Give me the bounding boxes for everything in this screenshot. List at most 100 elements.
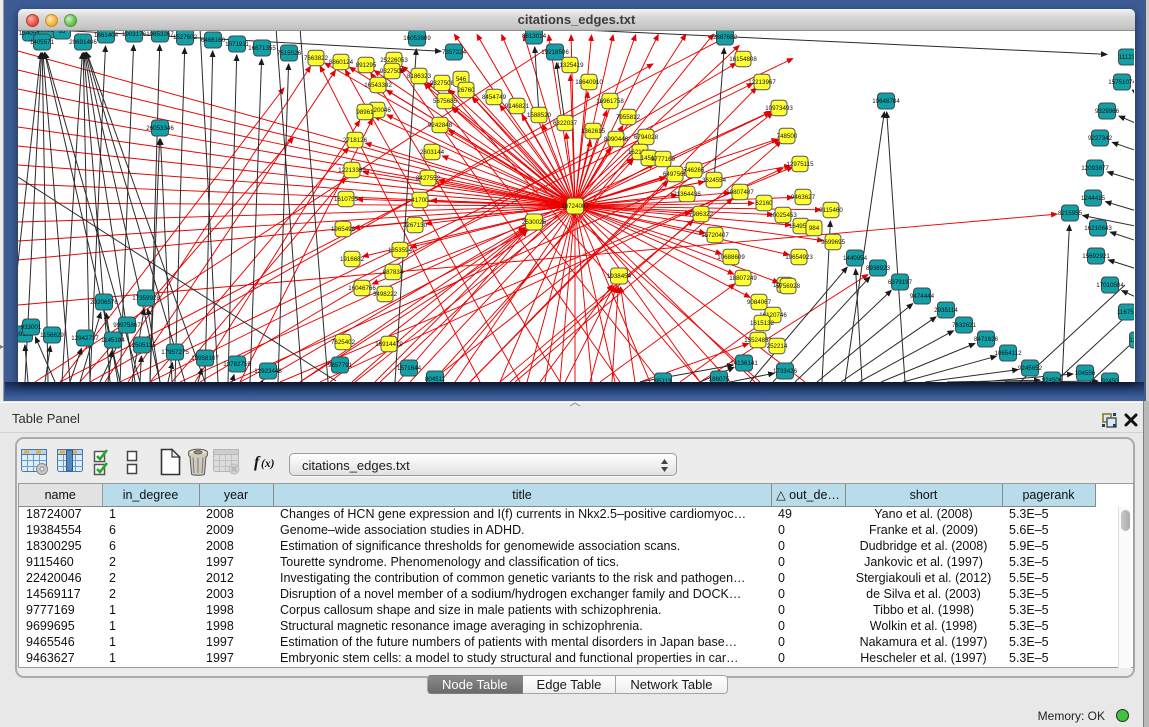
svg-text:26760: 26760 — [457, 87, 475, 94]
svg-text:2935114: 2935114 — [934, 307, 958, 314]
svg-text:1071911: 1071911 — [225, 41, 249, 48]
svg-text:7357224: 7357224 — [442, 49, 467, 56]
svg-text:9227342: 9227342 — [1088, 135, 1113, 142]
svg-text:9115460: 9115460 — [819, 207, 843, 214]
svg-text:7625402: 7625402 — [331, 339, 356, 346]
svg-text:1610755: 1610755 — [334, 196, 359, 203]
svg-text:12923448: 12923448 — [254, 368, 282, 375]
svg-text:20206576: 20206576 — [90, 299, 118, 306]
svg-text:19654923: 19654923 — [785, 254, 813, 261]
svg-text:2803144: 2803144 — [420, 149, 445, 156]
svg-text:12213967: 12213967 — [748, 79, 776, 86]
svg-text:891295: 891295 — [356, 62, 377, 69]
svg-text:1244415: 1244415 — [1081, 195, 1106, 202]
svg-text:18640910: 18640910 — [575, 79, 603, 86]
svg-text:1362615: 1362615 — [581, 128, 606, 135]
svg-text:6466160: 6466160 — [201, 37, 226, 44]
svg-text:748500: 748500 — [777, 133, 798, 140]
svg-text:19218506: 19218506 — [541, 49, 569, 56]
svg-text:16671355: 16671355 — [248, 45, 276, 52]
svg-text:16914479: 16914479 — [375, 341, 403, 348]
svg-text:8427552: 8427552 — [416, 175, 441, 182]
svg-text:10973493: 10973493 — [765, 105, 793, 112]
svg-text:116753: 116753 — [1117, 309, 1134, 316]
svg-text:2887682: 2887682 — [713, 34, 738, 41]
svg-text:9857791: 9857791 — [328, 362, 353, 369]
svg-text:16210643: 16210643 — [1084, 225, 1112, 232]
svg-text:1145194: 1145194 — [101, 337, 125, 344]
svg-text:1615132: 1615132 — [750, 320, 775, 327]
svg-text:2718126: 2718126 — [343, 137, 368, 144]
svg-text:41700: 41700 — [411, 197, 429, 204]
svg-text:2530025: 2530025 — [522, 219, 547, 226]
svg-text:8813014: 8813014 — [522, 33, 547, 40]
svg-text:8454749: 8454749 — [482, 94, 507, 101]
svg-text:1733426: 1733426 — [773, 368, 798, 375]
svg-text:10782759: 10782759 — [223, 361, 251, 368]
svg-text:10654112: 10654112 — [994, 350, 1022, 357]
svg-text:8938923: 8938923 — [866, 265, 891, 272]
svg-text:1440954: 1440954 — [843, 255, 868, 262]
svg-text:9327508: 9327508 — [430, 80, 455, 87]
svg-text:18807249: 18807249 — [729, 275, 757, 282]
svg-text:1588520: 1588520 — [527, 112, 552, 119]
svg-text:1156829: 1156829 — [40, 332, 64, 339]
svg-text:933001: 933001 — [21, 324, 42, 331]
svg-text:26053346: 26053346 — [146, 125, 174, 132]
svg-text:21364436: 21364436 — [673, 191, 701, 198]
svg-text:8471626: 8471626 — [974, 336, 999, 343]
svg-text:92450: 92450 — [1101, 378, 1119, 382]
svg-text:8860124: 8860124 — [329, 59, 354, 66]
svg-text:15720407: 15720407 — [701, 232, 729, 239]
svg-text:9329966: 9329966 — [1095, 108, 1120, 115]
svg-text:83: 83 — [59, 31, 66, 35]
svg-text:10648784: 10648784 — [872, 98, 900, 105]
svg-text:6379197: 6379197 — [888, 279, 913, 286]
svg-text:16154808: 16154808 — [729, 56, 757, 63]
svg-text:5756928: 5756928 — [776, 283, 801, 290]
svg-text:1353594: 1353594 — [388, 247, 413, 254]
svg-text:8186323: 8186323 — [407, 73, 432, 80]
svg-text:1903176: 1903176 — [122, 31, 147, 38]
svg-text:9146821: 9146821 — [505, 103, 530, 110]
svg-text:15751074: 15751074 — [1108, 79, 1134, 86]
svg-text:186075: 186075 — [709, 376, 730, 382]
svg-text:9242848: 9242848 — [428, 122, 453, 129]
svg-text:(x): (x) — [261, 458, 275, 470]
svg-text:14136141: 14136141 — [730, 360, 758, 367]
svg-text:252214: 252214 — [767, 343, 788, 350]
svg-text:6322037: 6322037 — [553, 120, 578, 127]
svg-text:7632621: 7632621 — [952, 322, 977, 329]
svg-text:16053809: 16053809 — [403, 35, 431, 42]
svg-text:12103: 12103 — [1129, 337, 1134, 344]
svg-text:1861404: 1861404 — [94, 32, 119, 39]
svg-text:9463627: 9463627 — [791, 194, 816, 201]
svg-text:16543382: 16543382 — [364, 82, 392, 89]
svg-text:8215955: 8215955 — [1058, 210, 1083, 217]
svg-text:12213369: 12213369 — [338, 167, 366, 174]
svg-text:9777169: 9777169 — [651, 156, 676, 163]
svg-text:10958107: 10958107 — [191, 355, 219, 362]
svg-text:1527602: 1527602 — [173, 34, 198, 41]
svg-text:7515526: 7515526 — [277, 50, 302, 57]
svg-text:1916682: 1916682 — [340, 256, 365, 263]
svg-text:17010504: 17010504 — [1096, 282, 1124, 289]
svg-text:1965498: 1965498 — [331, 226, 356, 233]
svg-text:18724007: 18724007 — [561, 203, 589, 210]
svg-text:924506: 924506 — [1042, 377, 1063, 382]
svg-text:16961758: 16961758 — [596, 98, 624, 105]
svg-text:12942737: 12942737 — [71, 335, 99, 342]
svg-text:9245652: 9245652 — [1018, 365, 1043, 372]
svg-text:804511: 804511 — [425, 376, 446, 382]
svg-text:95113: 95113 — [655, 378, 672, 382]
svg-text:98961: 98961 — [356, 109, 374, 116]
svg-text:f: f — [254, 454, 261, 471]
svg-text:10025453: 10025453 — [769, 212, 797, 219]
svg-text:99975867: 99975867 — [113, 322, 141, 329]
svg-text:5675685: 5675685 — [433, 98, 458, 105]
svg-text:3624554: 3624554 — [702, 177, 727, 184]
svg-text:9474444: 9474444 — [910, 293, 935, 300]
svg-text:7663822: 7663822 — [304, 55, 329, 62]
svg-text:17359928: 17359928 — [132, 295, 160, 302]
svg-text:12505135: 12505135 — [128, 342, 156, 349]
